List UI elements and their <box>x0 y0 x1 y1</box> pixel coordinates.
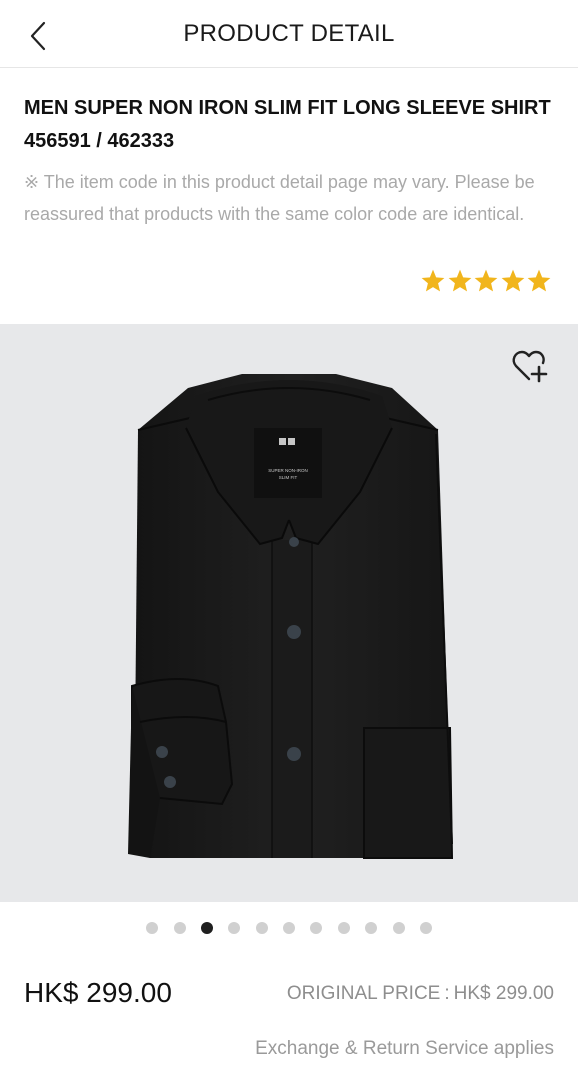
product-name: MEN SUPER NON IRON SLIM FIT LONG SLEEVE … <box>24 97 551 152</box>
item-code-notice: ※ The item code in this product detail p… <box>24 172 535 224</box>
label-text-1: SUPER NON-IRON <box>268 468 308 473</box>
exchange-return-note[interactable]: Exchange & Return Service applies <box>255 1038 554 1060</box>
product-rating[interactable] <box>420 268 553 294</box>
star-icon <box>527 269 551 292</box>
pagination-dot[interactable] <box>337 922 350 934</box>
label-text-2: SLIM FIT <box>279 475 298 480</box>
original-price-value: HK$ 299.00 <box>453 983 554 1004</box>
pagination-dot[interactable] <box>392 922 405 934</box>
product-image: SUPER NON-IRON SLIM FIT <box>128 374 454 859</box>
pagination-dot[interactable] <box>173 922 186 934</box>
wishlist-button[interactable] <box>510 346 550 386</box>
current-price: HK$ 299.00 <box>24 977 172 1008</box>
original-price: ORIGINAL PRICE: HK$ 299.00 <box>287 983 554 1005</box>
star-icon <box>421 269 445 292</box>
page-title: PRODUCT DETAIL <box>183 20 395 47</box>
image-pagination <box>0 922 578 934</box>
heart-plus-icon <box>512 350 548 383</box>
star-icon <box>501 269 524 292</box>
pagination-dot[interactable] <box>419 922 432 934</box>
pagination-dot[interactable] <box>283 922 295 934</box>
pagination-dot[interactable] <box>310 922 323 934</box>
original-price-separator: : <box>444 983 450 1004</box>
pagination-dot[interactable] <box>146 922 159 934</box>
product-image-gallery[interactable]: SUPER NON-IRON SLIM FIT <box>0 324 578 902</box>
original-price-label: ORIGINAL PRICE <box>286 983 441 1004</box>
star-icon <box>474 269 498 292</box>
app-header: PRODUCT DETAIL <box>0 0 578 68</box>
pagination-dot[interactable] <box>255 922 268 934</box>
pagination-dot[interactable] <box>228 922 241 934</box>
pagination-dot[interactable] <box>365 922 378 934</box>
star-icon <box>448 269 471 292</box>
pagination-dot[interactable] <box>200 922 213 934</box>
